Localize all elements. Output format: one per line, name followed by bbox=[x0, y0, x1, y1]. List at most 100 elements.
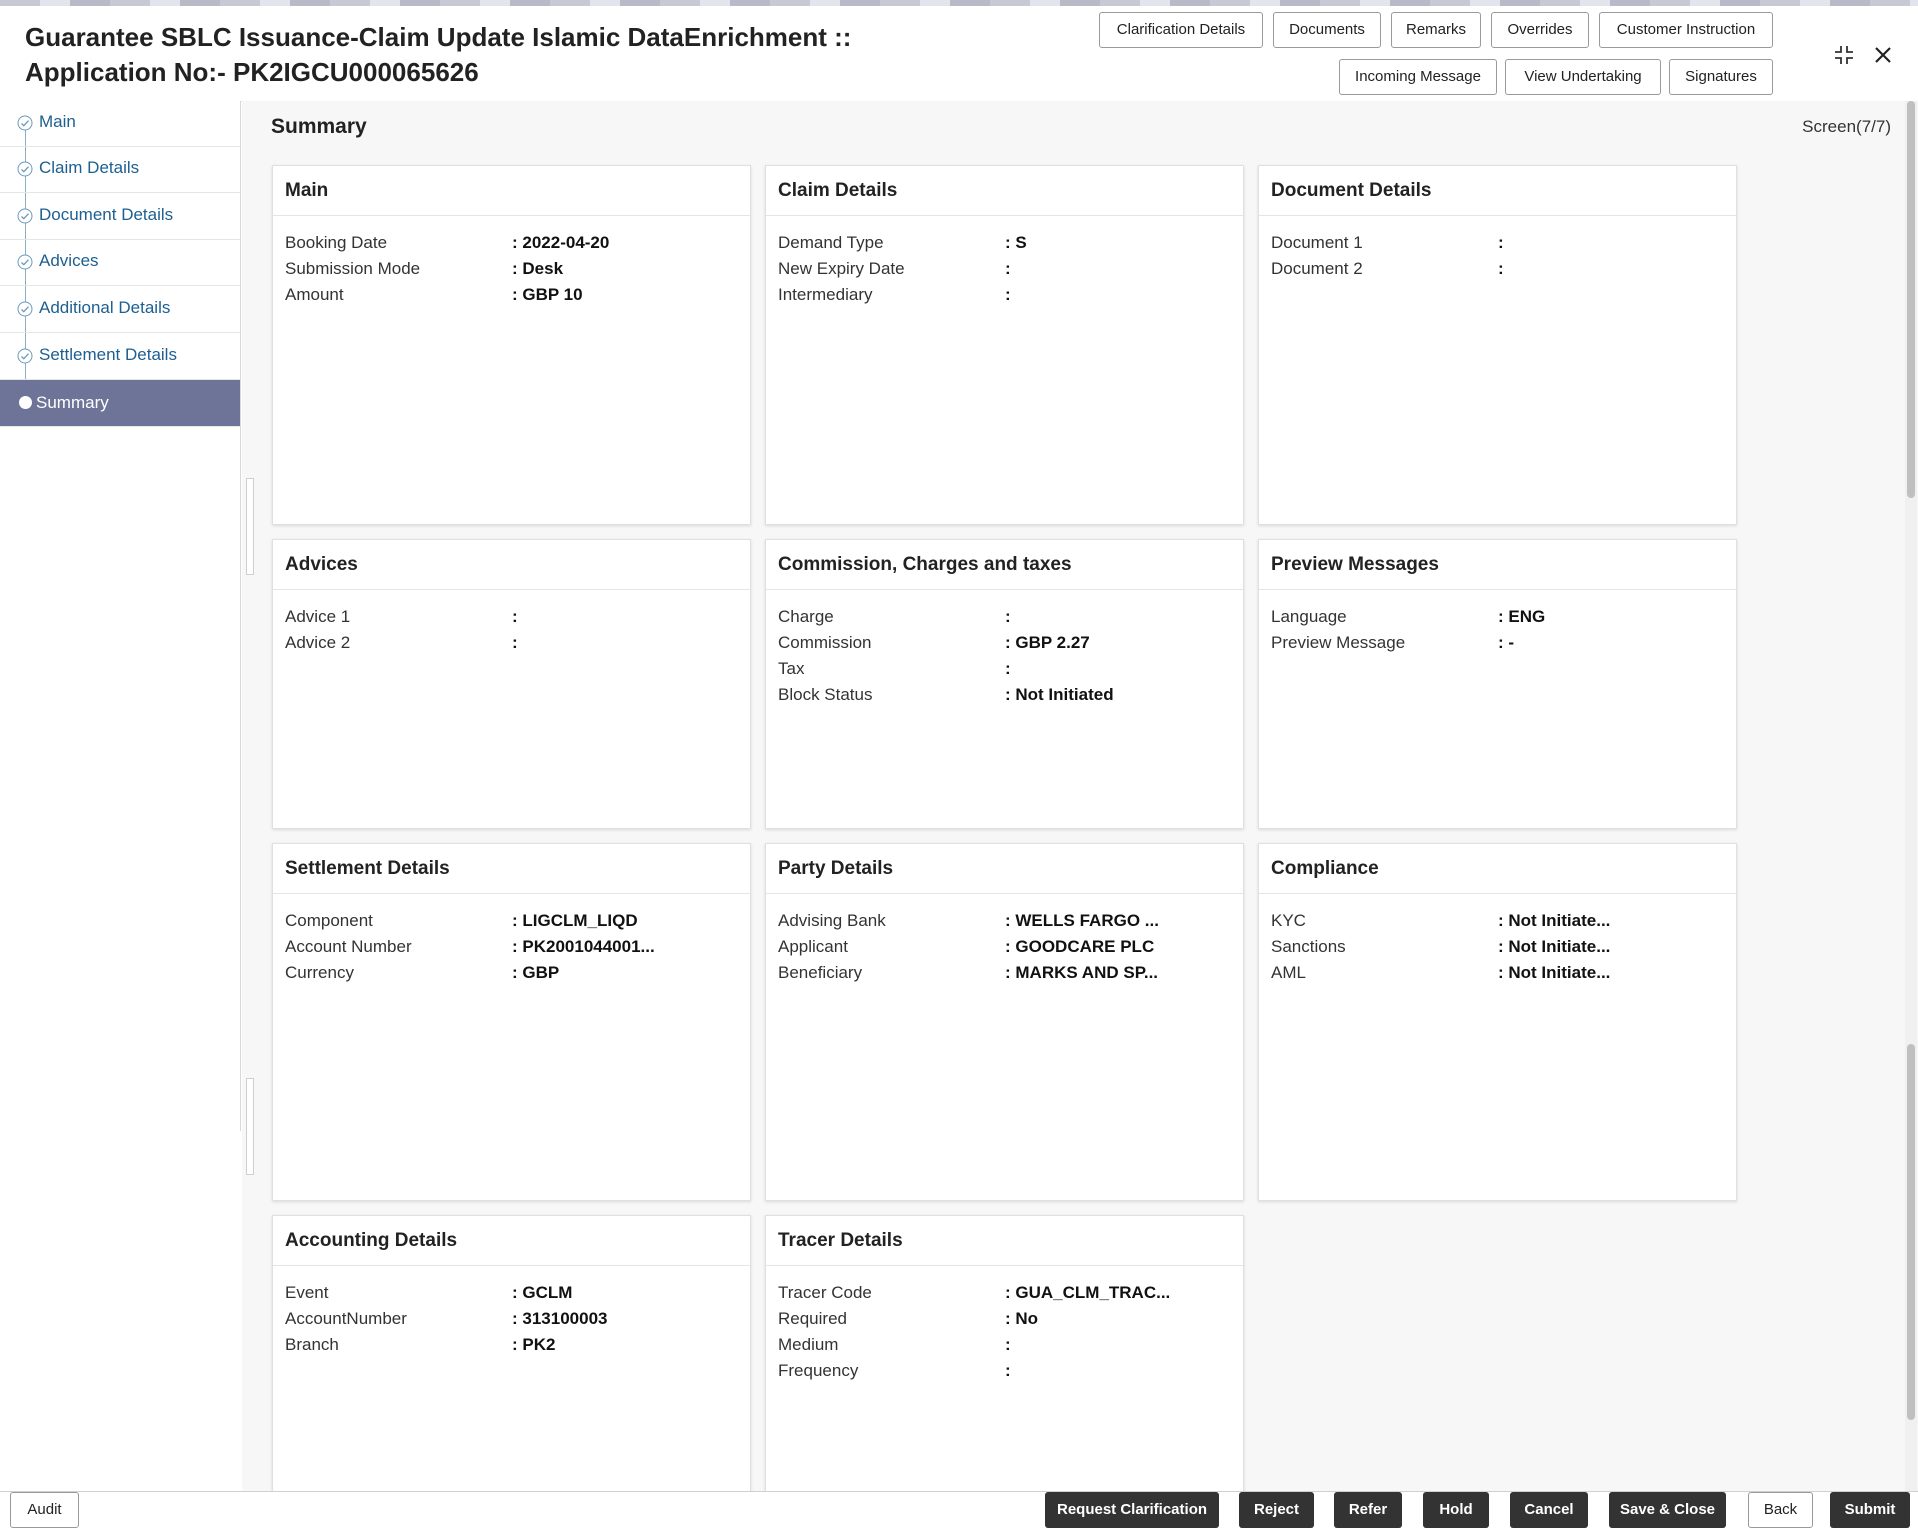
field-value: : bbox=[1005, 1335, 1011, 1354]
field-row: Document 2: bbox=[1259, 256, 1736, 282]
page-title: Guarantee SBLC Issuance-Claim Update Isl… bbox=[25, 20, 851, 90]
signatures-button[interactable]: Signatures bbox=[1669, 59, 1773, 95]
field-value: : GBP 2.27 bbox=[1005, 633, 1090, 652]
close-icon[interactable] bbox=[1868, 40, 1898, 70]
field-row: Charge: bbox=[766, 604, 1243, 630]
field-label: Advising Bank bbox=[778, 911, 886, 930]
field-row: Medium: bbox=[766, 1332, 1243, 1358]
scrollbar-thumb[interactable] bbox=[1907, 1044, 1915, 1420]
card-title: Commission, Charges and taxes bbox=[766, 540, 1243, 590]
incoming-message-button[interactable]: Incoming Message bbox=[1339, 59, 1497, 95]
view-undertaking-button[interactable]: View Undertaking bbox=[1505, 59, 1661, 95]
field-value: : bbox=[1005, 1361, 1011, 1380]
card-title: Document Details bbox=[1259, 166, 1736, 216]
field-label: Booking Date bbox=[285, 233, 388, 252]
card-title: Settlement Details bbox=[273, 844, 750, 894]
card-accounting-details: Accounting Details Event : GCLM AccountNu… bbox=[272, 1215, 751, 1505]
field-row: Amount : GBP 10 bbox=[273, 282, 750, 308]
field-label: Preview Message bbox=[1271, 633, 1406, 652]
field-row: Preview Message: - bbox=[1259, 630, 1736, 656]
field-value: : bbox=[512, 607, 518, 626]
field-label: Frequency bbox=[778, 1361, 859, 1380]
field-value: : S bbox=[1005, 233, 1027, 252]
field-row: Block Status: Not Initiated bbox=[766, 682, 1243, 708]
field-label: New Expiry Date bbox=[778, 259, 905, 278]
field-label: Block Status bbox=[778, 685, 873, 704]
overrides-button[interactable]: Overrides bbox=[1491, 12, 1589, 48]
card-party-details: Party Details Advising Bank: WELLS FARGO… bbox=[765, 843, 1244, 1201]
card-document-details: Document Details Document 1: Document 2: bbox=[1258, 165, 1737, 525]
summary-panel: Summary Screen(7/7) Main Booking Date: 2… bbox=[242, 101, 1918, 1505]
submit-button[interactable]: Submit bbox=[1830, 1492, 1910, 1528]
vertical-scrollbar[interactable] bbox=[1905, 101, 1917, 1491]
field-label: Document 1 bbox=[1271, 233, 1363, 252]
field-value: : Not Initiate... bbox=[1498, 911, 1611, 930]
customer-instruction-button[interactable]: Customer Instruction bbox=[1599, 12, 1773, 48]
sidebar-item-label: Summary bbox=[36, 393, 109, 412]
sidebar-item-advices[interactable]: Advices bbox=[0, 240, 240, 286]
sidebar-item-label: Additional Details bbox=[39, 298, 171, 317]
field-value: : MARKS AND SP... bbox=[1005, 963, 1159, 982]
field-label: AccountNumber bbox=[285, 1309, 407, 1328]
field-label: Medium bbox=[778, 1335, 839, 1354]
refer-button[interactable]: Refer bbox=[1334, 1492, 1402, 1528]
card-tracer-details: Tracer Details Tracer Code: GUA_CLM_TRAC… bbox=[765, 1215, 1244, 1505]
field-row: Currency: GBP bbox=[273, 960, 750, 986]
field-row: Advice 1: bbox=[273, 604, 750, 630]
field-value: : 2022-04-20 bbox=[512, 233, 610, 252]
sidebar-item-document-details[interactable]: Document Details bbox=[0, 194, 240, 240]
sidebar-item-claim-details[interactable]: Claim Details bbox=[0, 147, 240, 193]
field-value: : bbox=[1005, 607, 1011, 626]
field-row: Advising Bank: WELLS FARGO ... bbox=[766, 908, 1243, 934]
field-value: : Desk bbox=[512, 259, 564, 278]
back-button[interactable]: Back bbox=[1748, 1492, 1813, 1528]
audit-button[interactable]: Audit bbox=[10, 1492, 79, 1528]
field-row: Frequency: bbox=[766, 1358, 1243, 1384]
field-row: Tracer Code: GUA_CLM_TRAC... bbox=[766, 1280, 1243, 1306]
field-value: : GBP 10 bbox=[512, 285, 583, 304]
field-row: Advice 2: bbox=[273, 630, 750, 656]
save-and-close-button[interactable]: Save & Close bbox=[1609, 1492, 1726, 1528]
sidebar-item-main[interactable]: Main bbox=[0, 101, 240, 147]
sidebar-item-additional-details[interactable]: Additional Details bbox=[0, 287, 240, 333]
field-row: Booking Date : 2022-04-20 bbox=[273, 230, 750, 256]
field-label: Required bbox=[778, 1309, 847, 1328]
card-title: Preview Messages bbox=[1259, 540, 1736, 590]
field-value: : Not Initiate... bbox=[1498, 937, 1611, 956]
field-row: Account Number: PK2001044001... bbox=[273, 934, 750, 960]
sidebar-item-label: Document Details bbox=[39, 205, 174, 224]
field-value: : Not Initiate... bbox=[1498, 963, 1611, 982]
field-label: Amount bbox=[285, 285, 344, 304]
field-value: : No bbox=[1005, 1309, 1039, 1328]
field-row: Event : GCLM bbox=[273, 1280, 750, 1306]
screen-indicator: Screen(7/7) bbox=[1802, 117, 1891, 136]
clarification-details-button[interactable]: Clarification Details bbox=[1099, 12, 1263, 48]
field-value: : LIGCLM_LIQD bbox=[512, 911, 638, 930]
scrollbar-thumb[interactable] bbox=[1907, 101, 1915, 498]
documents-button[interactable]: Documents bbox=[1273, 12, 1381, 48]
cancel-button[interactable]: Cancel bbox=[1510, 1492, 1588, 1528]
panel-resize-handle[interactable] bbox=[246, 478, 254, 575]
panel-resize-handle[interactable] bbox=[246, 1078, 254, 1175]
card-title: Accounting Details bbox=[273, 1216, 750, 1266]
remarks-button[interactable]: Remarks bbox=[1391, 12, 1481, 48]
sidebar-item-summary[interactable]: Summary bbox=[0, 380, 240, 427]
field-value: : bbox=[1498, 233, 1504, 252]
request-clarification-button[interactable]: Request Clarification bbox=[1045, 1492, 1219, 1528]
reject-button[interactable]: Reject bbox=[1239, 1492, 1314, 1528]
field-row: Document 1: bbox=[1259, 230, 1736, 256]
field-label: Advice 2 bbox=[285, 633, 351, 652]
sidebar-item-label: Claim Details bbox=[39, 158, 140, 177]
hold-button[interactable]: Hold bbox=[1423, 1492, 1489, 1528]
field-row: Submission Mode: Desk bbox=[273, 256, 750, 282]
sidebar-item-settlement-details[interactable]: Settlement Details bbox=[0, 334, 240, 380]
card-title: Claim Details bbox=[766, 166, 1243, 216]
collapse-arrows-icon[interactable] bbox=[1829, 40, 1859, 70]
field-value: : bbox=[512, 633, 518, 652]
field-label: Event bbox=[285, 1283, 329, 1302]
field-value: : GCLM bbox=[512, 1283, 573, 1302]
field-label: Sanctions bbox=[1271, 937, 1346, 956]
field-label: AML bbox=[1271, 963, 1306, 982]
card-advices: Advices Advice 1: Advice 2: bbox=[272, 539, 751, 829]
field-value: : bbox=[1005, 659, 1011, 678]
